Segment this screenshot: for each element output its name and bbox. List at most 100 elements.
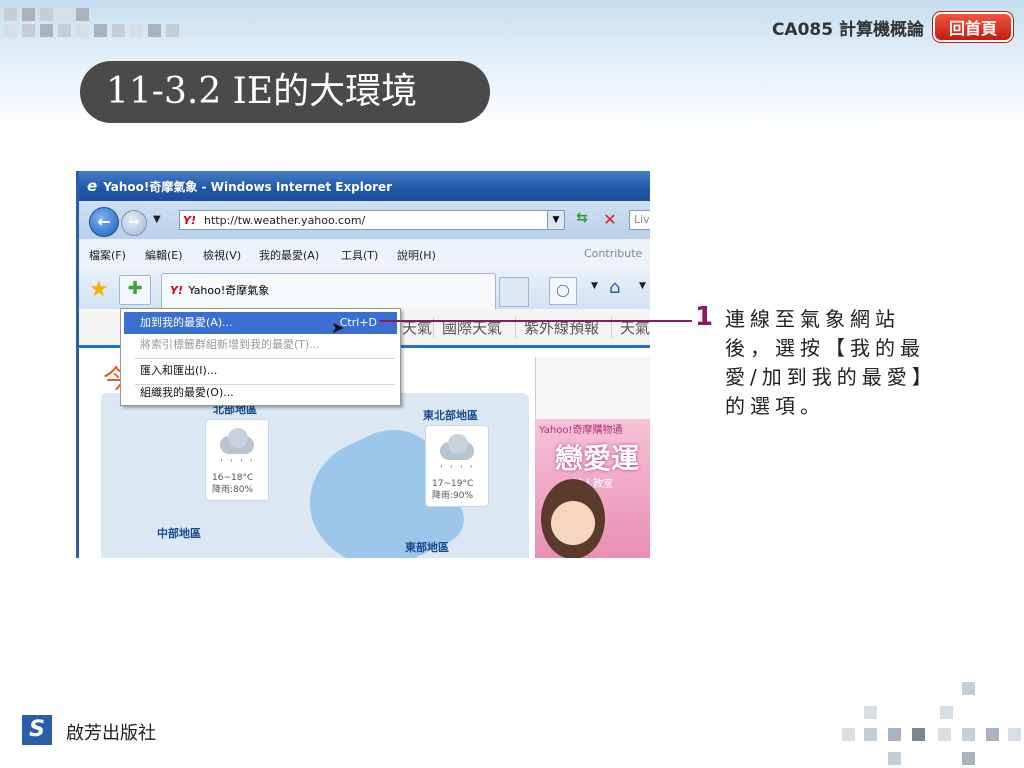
favorites-star-icon[interactable]: ★ [89, 277, 109, 302]
feeds-dropdown-icon[interactable]: ▼ [591, 281, 598, 291]
deco-square [962, 752, 975, 765]
region-label: 東部地區 [405, 541, 449, 554]
menu-file[interactable]: 檔案(F) [89, 247, 126, 263]
search-input[interactable]: Liv [629, 210, 650, 230]
feeds-icon[interactable]: ◯ [549, 277, 577, 305]
deco-square [130, 24, 143, 37]
deco-square [864, 728, 877, 741]
ie-titlebar: e Yahoo!奇摩氣象 - Windows Internet Explorer [79, 171, 650, 201]
callout-text: 連線至氣象網站後，選按【我的最愛/加到我的最愛】的選項。 [725, 307, 937, 418]
deco-square [940, 706, 953, 719]
deco-square [94, 24, 107, 37]
weather-temp: 16~18°C [212, 473, 254, 483]
menu-help[interactable]: 說明(H) [397, 247, 436, 263]
menu-item-organize-favorites[interactable]: 組織我的最愛(O)... [124, 382, 397, 404]
deco-square [912, 728, 925, 741]
callout-line [380, 320, 692, 322]
weather-rain: 降雨:90% [432, 491, 474, 501]
address-dropdown-icon[interactable]: ▼ [547, 210, 565, 230]
contribute-label[interactable]: Contribute [584, 247, 642, 260]
deco-square [22, 24, 35, 37]
menu-item-label: 組織我的最愛(O)... [140, 386, 234, 399]
deco-square [58, 24, 71, 37]
ad-banner[interactable]: Yahoo!奇摩購物通 戀愛運 美人教室 [535, 419, 650, 558]
weather-info: 17~19°C 降雨:90% [432, 478, 473, 502]
section-title: 11-3.2 IE的大環境 [80, 61, 490, 123]
deco-square [40, 24, 53, 37]
deco-square [112, 24, 125, 37]
publisher-logo-icon: S [22, 715, 52, 745]
home-icon[interactable]: ⌂ [609, 277, 620, 298]
menu-edit[interactable]: 編輯(E) [145, 247, 183, 263]
refresh-icon[interactable]: ⇆ [571, 210, 593, 230]
yahoo-favicon-icon: Y! [170, 284, 183, 297]
stop-icon[interactable]: ✕ [599, 210, 621, 230]
menu-item-label: 匯入和匯出(I)... [140, 364, 218, 377]
ad-photo [541, 479, 605, 558]
ie-navbar: ← → ▼ Y! http://tw.weather.yahoo.com/ ▼ … [79, 201, 650, 239]
menu-item-label: 加到我的最愛(A)... [140, 316, 233, 329]
yahoo-favicon-icon: Y! [183, 214, 196, 227]
home-dropdown-icon[interactable]: ▼ [639, 281, 646, 291]
favorites-dropdown-menu: 加到我的最愛(A)... Ctrl+D 將索引標籤群組新增到我的最愛(T)...… [120, 308, 401, 406]
add-favorites-icon[interactable]: ✚ [119, 275, 151, 305]
menu-tools[interactable]: 工具(T) [341, 247, 378, 263]
deco-square [166, 24, 179, 37]
callout-number: 1 [695, 302, 714, 332]
publisher-name: 啟芳出版社 [66, 723, 156, 744]
back-button-icon[interactable]: ← [89, 207, 119, 237]
mouse-cursor-icon: ➤ [331, 318, 345, 337]
menu-view[interactable]: 檢視(V) [203, 247, 241, 263]
deco-square [938, 728, 951, 741]
ie-logo-icon: e [87, 177, 98, 195]
home-button[interactable]: 回首頁 [933, 12, 1013, 42]
weather-card[interactable]: ' ' ' ' 17~19°C 降雨:90% [425, 425, 489, 507]
menu-item-shortcut: Ctrl+D [339, 316, 377, 329]
region-label: 東北部地區 [423, 409, 478, 422]
deco-square [888, 728, 901, 741]
weather-info: 16~18°C 降雨:80% [212, 472, 253, 496]
deco-square [864, 706, 877, 719]
menu-item-add-to-favorites[interactable]: 加到我的最愛(A)... Ctrl+D [124, 312, 397, 334]
menu-separator [135, 358, 395, 359]
ie-menubar: 檔案(F) 編輯(E) 檢視(V) 我的最愛(A) 工具(T) 說明(H) Co… [79, 239, 650, 270]
course-title: CA085 計算機概論 [771, 20, 924, 40]
rain-cloud-icon [436, 434, 478, 464]
region-label: 中部地區 [157, 527, 201, 540]
menu-favorites[interactable]: 我的最愛(A) [259, 247, 319, 263]
window-title: Yahoo!奇摩氣象 - Windows Internet Explorer [103, 180, 393, 194]
history-dropdown-icon[interactable]: ▼ [153, 214, 161, 225]
favorites-bar: ★ ✚ Y! Yahoo!奇摩氣象 ◯ ▼ ⌂ ▼ [79, 269, 650, 309]
menu-item-import-export[interactable]: 匯入和匯出(I)... [124, 360, 397, 382]
menu-item-label: 將索引標籤群組新增到我的最愛(T)... [140, 338, 320, 351]
menu-item-add-tab-group: 將索引標籤群組新增到我的最愛(T)... [124, 334, 397, 356]
rain-drops-icon: ' ' ' ' [440, 464, 475, 475]
browser-tab[interactable]: Y! Yahoo!奇摩氣象 [161, 273, 496, 309]
deco-square [962, 728, 975, 741]
deco-square [4, 8, 17, 21]
deco-square [148, 24, 161, 37]
deco-square [58, 8, 71, 21]
browser-screenshot: e Yahoo!奇摩氣象 - Windows Internet Explorer … [76, 171, 650, 558]
deco-square [986, 728, 999, 741]
ad-title: 戀愛運 [555, 442, 640, 475]
deco-square [4, 24, 17, 37]
address-url: http://tw.weather.yahoo.com/ [204, 214, 366, 227]
forward-button-icon[interactable]: → [121, 210, 147, 236]
deco-square [842, 728, 855, 741]
deco-square [962, 682, 975, 695]
deco-square [76, 24, 89, 37]
deco-square [1008, 728, 1021, 741]
deco-square [76, 8, 89, 21]
weather-card[interactable]: ' ' ' ' 16~18°C 降雨:80% [205, 419, 269, 501]
new-tab-button[interactable] [499, 277, 529, 307]
deco-square [40, 8, 53, 21]
deco-square [888, 752, 901, 765]
address-bar[interactable]: Y! http://tw.weather.yahoo.com/ [179, 210, 549, 230]
ad-label: Yahoo!奇摩購物通 [539, 425, 623, 436]
rain-drops-icon: ' ' ' ' [220, 458, 255, 469]
deco-square [22, 8, 35, 21]
weather-rain: 降雨:80% [212, 485, 254, 495]
weather-temp: 17~19°C [432, 479, 474, 489]
rain-cloud-icon [216, 428, 258, 458]
